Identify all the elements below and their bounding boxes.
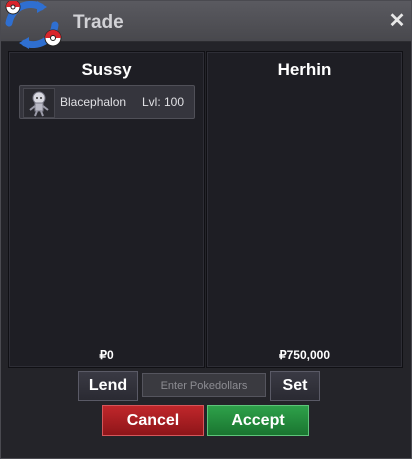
pokemon-name: Blacephalon xyxy=(60,95,127,109)
cancel-button[interactable]: Cancel xyxy=(102,405,204,436)
my-player-name: Sussy xyxy=(81,60,132,79)
pokeball-swap-logo xyxy=(5,1,62,49)
my-offer-panel: Sussy Blacephalon Lvl: 100 ₽0 xyxy=(8,51,205,368)
trade-window: Trade ✕ Sussy Blacephalon Lvl: 100 ₽0 He… xyxy=(0,0,412,459)
pokemon-level: Lvl: 100 xyxy=(142,95,185,109)
pokemon-sprite-icon xyxy=(23,88,55,118)
close-icon[interactable]: ✕ xyxy=(387,11,407,31)
accept-button[interactable]: Accept xyxy=(207,405,309,436)
window-title: Trade xyxy=(73,12,124,33)
set-amount-button[interactable]: Set xyxy=(270,371,320,401)
lend-button[interactable]: Lend xyxy=(78,371,138,401)
my-offer-money: ₽0 xyxy=(99,348,114,362)
partner-offer-panel: Herhin ₽750,000 xyxy=(206,51,403,368)
partner-offer-money: ₽750,000 xyxy=(278,348,330,362)
partner-player-name: Herhin xyxy=(277,60,332,79)
offered-pokemon-item[interactable]: Blacephalon Lvl: 100 xyxy=(19,85,195,119)
pokedollar-amount-input[interactable]: Enter Pokedollars xyxy=(142,373,266,397)
